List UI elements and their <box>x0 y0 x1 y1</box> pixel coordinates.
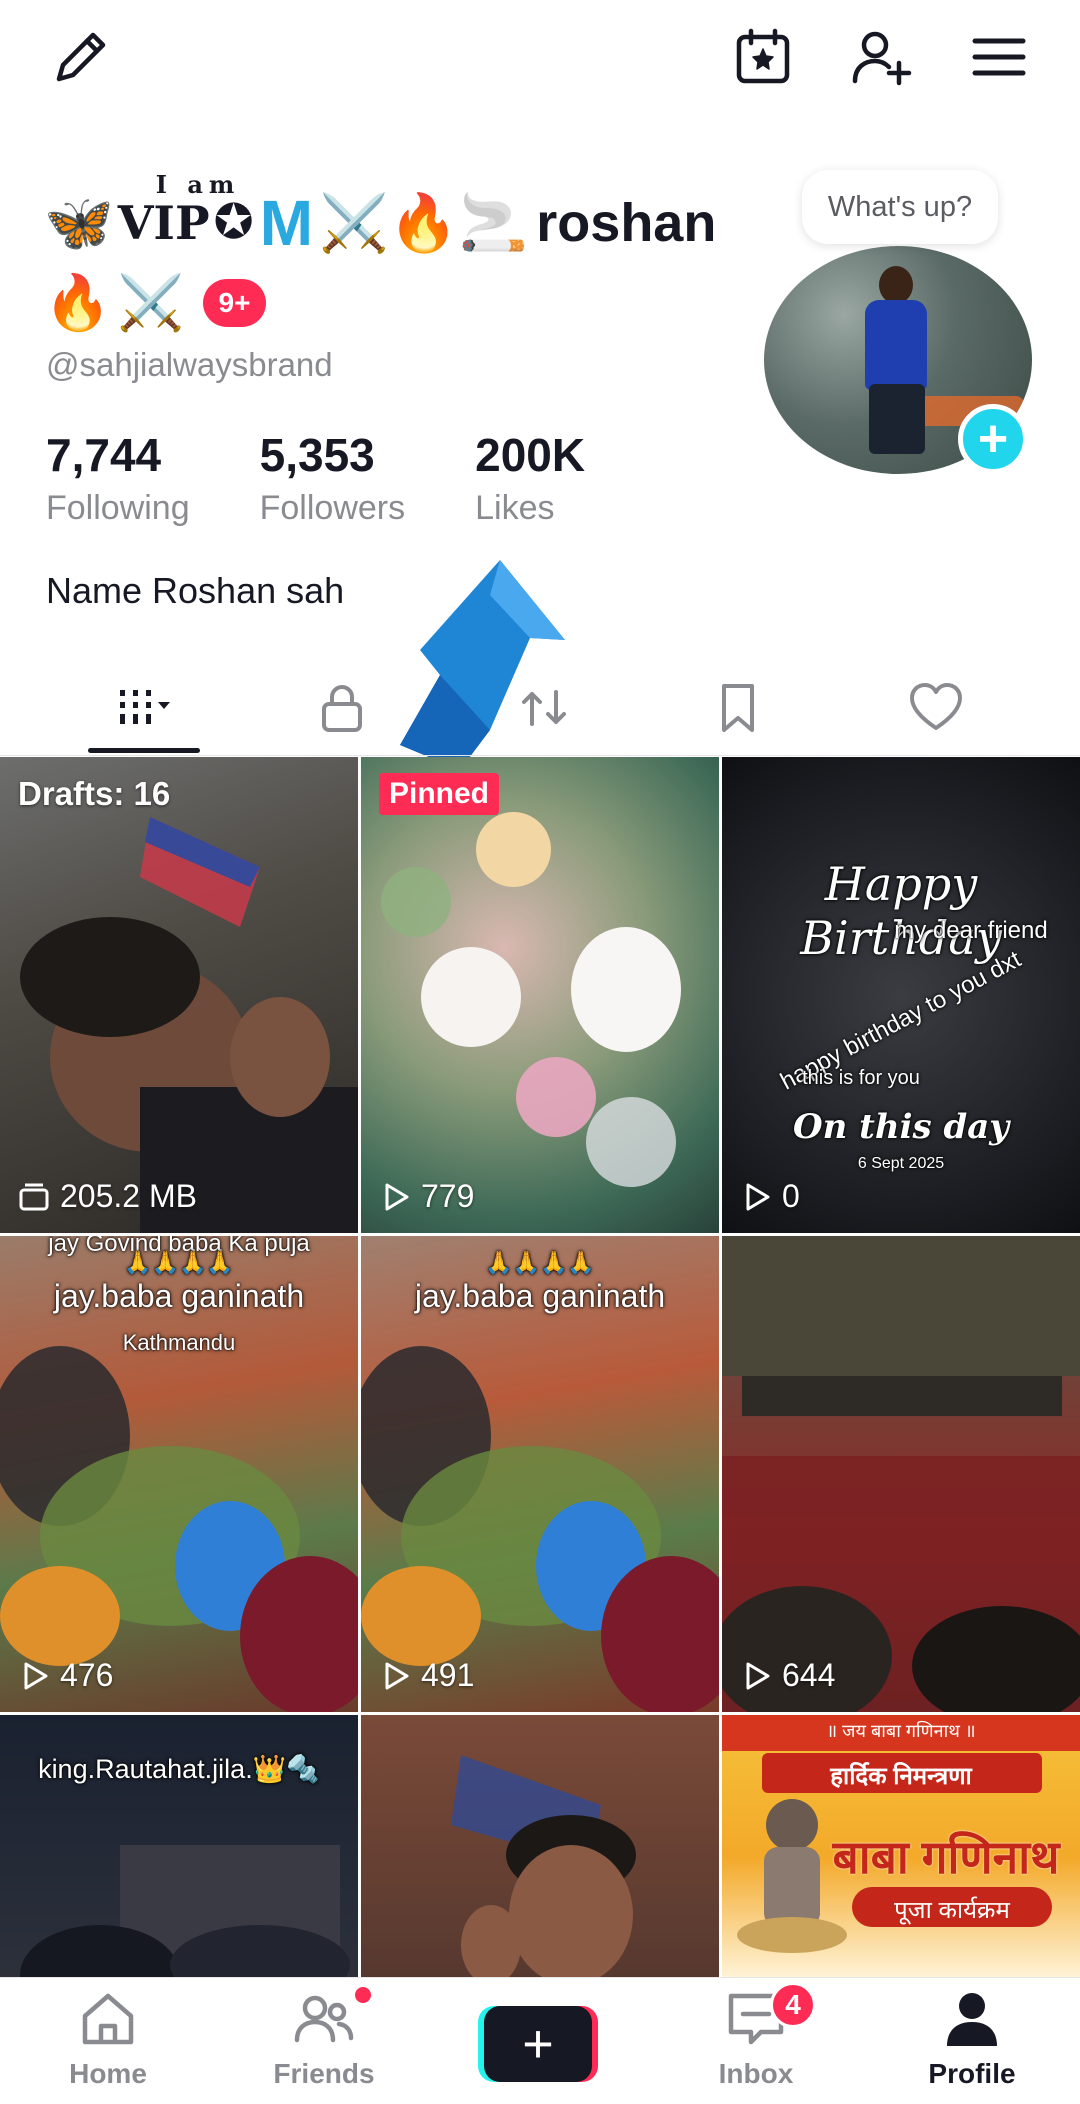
play-icon <box>385 1183 409 1210</box>
play-icon <box>385 1662 409 1689</box>
profile-icon <box>947 1993 997 2046</box>
tab-liked[interactable] <box>876 660 996 756</box>
drafts-stack-icon <box>19 1183 49 1210</box>
star-emblem: ✪ <box>213 196 254 249</box>
username-handle: @sahjialwaysbrand <box>46 346 333 383</box>
fire-emoji: 🔥 <box>44 272 112 333</box>
vip-tag: I am VIP <box>117 170 241 250</box>
create-button[interactable]: + <box>478 2006 598 2082</box>
display-name-line2: 🔥 ⚔️ 9+ <box>44 268 267 338</box>
menu-icon[interactable] <box>964 22 1034 92</box>
stat-followers[interactable]: 5,353 Followers <box>260 430 405 528</box>
video-cell-crowd[interactable]: 644 <box>722 1236 1080 1712</box>
stat-following[interactable]: 7,744 Following <box>46 430 190 528</box>
nav-profile[interactable]: Profile <box>892 1988 1052 2098</box>
tab-reposts[interactable] <box>484 660 604 756</box>
video-cell-rautahat[interactable]: king.Rautahat.jila.👑🔩 <box>0 1715 358 1977</box>
video-cell-ganinath-2[interactable]: 🙏🙏🙏🙏 jay.baba ganinath 491 <box>361 1236 719 1712</box>
draft-size: 205.2 MB <box>18 1178 197 1215</box>
butterfly-emoji: 🦋 <box>44 191 114 254</box>
pinned-badge: Pinned <box>379 773 500 815</box>
avatar-container: What's up? + <box>764 170 1036 474</box>
video-cell-ganinath-1[interactable]: jay Govind baba Ka puja 🙏🙏🙏🙏 jay.baba ga… <box>0 1236 358 1712</box>
bottom-navigation: Home Friends + Inbox 4 Profile <box>0 1977 1080 2104</box>
view-count: 644 <box>740 1657 835 1694</box>
fire-emoji: 🔥 <box>388 191 459 254</box>
profile-tabs <box>0 660 1080 756</box>
lock-icon <box>322 685 362 732</box>
bio-text: Name Roshan sah <box>46 570 345 611</box>
stat-likes[interactable]: 200K Likes <box>475 430 585 528</box>
home-icon <box>82 1993 134 2045</box>
inbox-count-badge: 4 <box>770 1982 816 2028</box>
grid-icon <box>120 690 170 724</box>
notification-badge[interactable]: 9+ <box>202 279 267 327</box>
swords-emoji: ⚔️ <box>117 272 185 333</box>
nav-friends[interactable]: Friends <box>244 1984 404 2098</box>
play-icon <box>24 1662 48 1689</box>
profile-stats: 7,744 Following 5,353 Followers 200K Lik… <box>46 430 655 528</box>
bookmark-icon <box>722 684 754 732</box>
friends-icon <box>294 1995 354 2043</box>
m-letter: M <box>259 187 314 259</box>
calendar-star-icon[interactable] <box>728 22 798 92</box>
video-cell-selfie[interactable] <box>361 1715 719 1977</box>
active-tab-indicator <box>88 748 200 753</box>
add-friend-icon[interactable] <box>846 22 916 92</box>
nav-inbox[interactable]: Inbox 4 <box>676 1982 836 2098</box>
edit-pencil-icon[interactable] <box>46 22 116 92</box>
tab-private[interactable] <box>282 660 402 756</box>
heart-icon <box>910 683 962 730</box>
cigarette-emoji: 🚬 <box>458 191 529 254</box>
video-cell-birthday[interactable]: Happy Birthday my dear friend happy birt… <box>722 757 1080 1233</box>
video-grid: Drafts: 16 205.2 MB Pinned 779 Happy Bir… <box>0 757 1080 1977</box>
friends-notification-dot <box>352 1984 374 2006</box>
plus-icon: + <box>484 2006 592 2082</box>
view-count: 491 <box>379 1657 474 1694</box>
tab-videos[interactable] <box>84 660 204 756</box>
display-name: 🦋 I am VIP ✪ M ⚔️ 🔥 🚬 roshan <box>44 170 764 268</box>
view-count: 779 <box>379 1178 474 1215</box>
whats-up-bubble[interactable]: What's up? <box>802 170 998 244</box>
drafts-label: Drafts: 16 <box>18 775 171 812</box>
swords-emoji: ⚔️ <box>319 191 389 254</box>
play-icon <box>746 1183 770 1210</box>
video-cell-pinned[interactable]: Pinned 779 <box>361 757 719 1233</box>
nav-home[interactable]: Home <box>28 1988 188 2098</box>
view-count: 476 <box>18 1657 113 1694</box>
view-count: 0 <box>740 1178 800 1215</box>
repost-icon <box>522 690 566 726</box>
add-story-button[interactable]: + <box>958 404 1028 474</box>
video-cell-invitation[interactable]: ॥ जय बाबा गणिनाथ ॥ हार्दिक निमन्त्रणा बा… <box>722 1715 1080 1977</box>
tab-favorites[interactable] <box>678 660 798 756</box>
play-icon <box>746 1662 770 1689</box>
top-bar <box>0 0 1080 110</box>
name-text: roshan <box>536 193 717 253</box>
video-cell-drafts[interactable]: Drafts: 16 205.2 MB <box>0 757 358 1233</box>
